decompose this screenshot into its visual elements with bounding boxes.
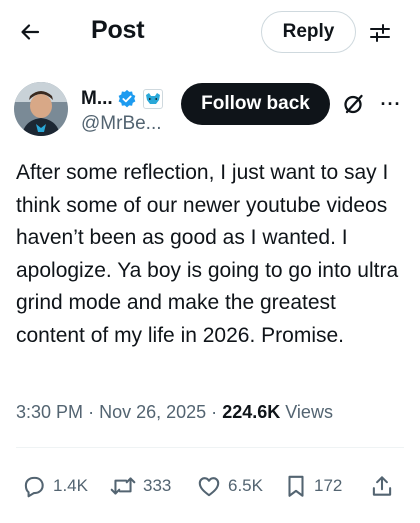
author-row: M... @MrBe... Follow back ··· [0, 80, 420, 144]
like-action[interactable]: 6.5K [196, 466, 263, 506]
page-title: Post [91, 16, 145, 44]
tweet-date[interactable]: Nov 26, 2025 [99, 402, 206, 422]
reply-count: 1.4K [53, 476, 88, 495]
meta-separator: · [88, 402, 95, 422]
repost-icon [110, 477, 136, 495]
beast-logo-icon [145, 93, 160, 104]
bookmark-count: 172 [314, 476, 343, 495]
speech-bubble-icon [24, 476, 44, 498]
user-handle[interactable]: @MrBe... [81, 113, 162, 135]
top-bar: Post Reply [0, 0, 420, 64]
grok-icon [344, 94, 363, 114]
reply-button[interactable]: Reply [261, 11, 356, 53]
divider [16, 447, 404, 448]
reply-action[interactable]: 1.4K [21, 466, 88, 506]
tweet-time[interactable]: 3:30 PM [16, 402, 83, 422]
verified-badge-icon [118, 89, 136, 108]
sliders-icon [370, 24, 390, 42]
views-label: Views [285, 402, 333, 422]
settings-button[interactable] [364, 17, 396, 49]
display-name[interactable]: M... [81, 88, 113, 110]
tweet-meta: 3:30 PM · Nov 26, 2025 · 224.6K Views [16, 402, 333, 423]
meta-separator: · [211, 402, 218, 422]
bookmark-action[interactable]: 172 [284, 466, 342, 506]
profile-photo [14, 82, 68, 136]
bookmark-icon [288, 475, 304, 497]
heart-icon [198, 477, 220, 497]
tweet-text: After some reflection, I just want to sa… [16, 161, 399, 347]
arrow-left-icon [21, 24, 40, 40]
share-action[interactable] [369, 466, 395, 506]
action-bar: 1.4K 333 6.5K 172 [0, 466, 420, 506]
like-count: 6.5K [228, 476, 263, 495]
repost-count: 333 [143, 476, 172, 495]
follow-back-button[interactable]: Follow back [181, 83, 330, 125]
share-icon [372, 476, 392, 496]
avatar[interactable] [14, 82, 68, 136]
name-row: M... [81, 87, 163, 111]
back-button[interactable] [12, 14, 48, 50]
views-count: 224.6K [222, 402, 281, 422]
grok-button[interactable] [340, 90, 368, 118]
affiliate-badge[interactable] [142, 89, 163, 109]
more-options-button[interactable]: ··· [376, 90, 406, 118]
repost-action[interactable]: 333 [109, 466, 171, 506]
